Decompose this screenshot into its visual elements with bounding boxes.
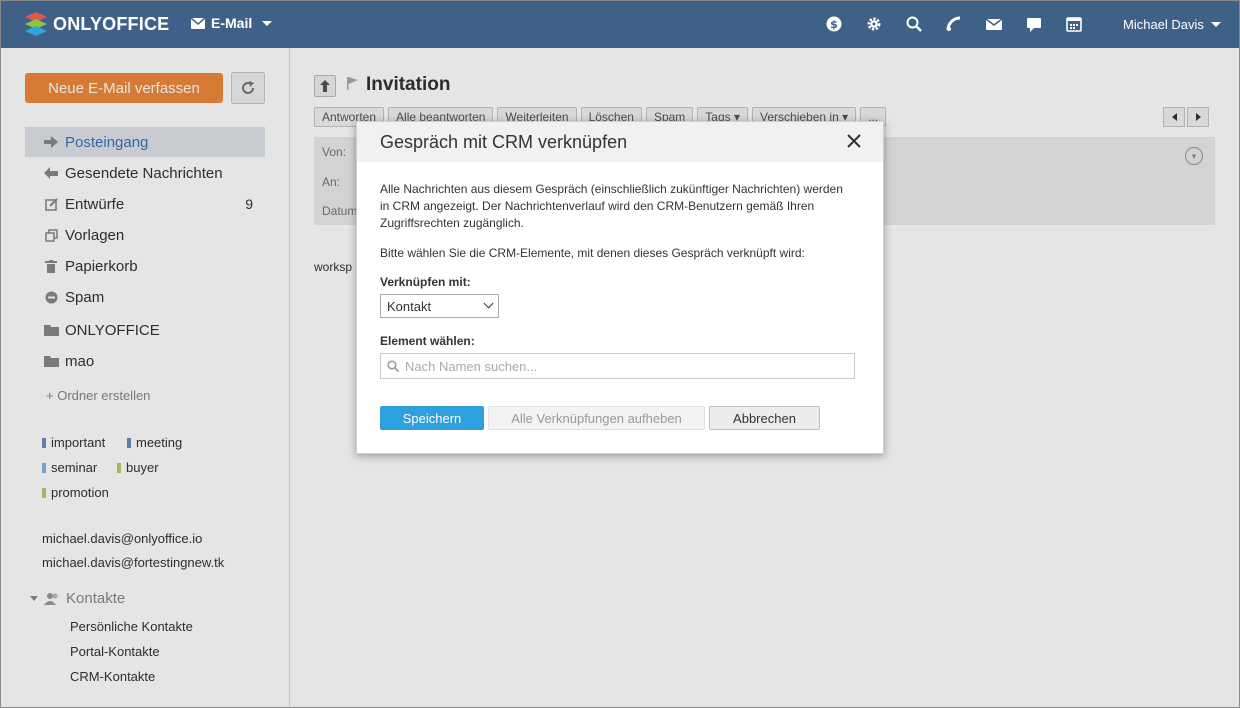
calendar-icon[interactable] <box>1065 15 1083 33</box>
gear-icon[interactable] <box>865 15 883 33</box>
onlyoffice-logo[interactable]: ONLYOFFICE <box>24 11 169 37</box>
mail-icon[interactable] <box>985 15 1003 33</box>
logo-text: ONLYOFFICE <box>53 13 170 34</box>
dialog-header: Gespräch mit CRM verknüpfen <box>357 122 883 162</box>
link-with-label: Verknüpfen mit: <box>380 275 471 289</box>
chevron-down-icon <box>262 20 273 26</box>
search-icon <box>387 360 399 372</box>
user-menu[interactable]: Michael Davis <box>1123 17 1221 32</box>
chevron-down-icon <box>1210 22 1221 27</box>
dialog-description: Alle Nachrichten aus diesem Gespräch (ei… <box>380 182 843 230</box>
svg-text:$: $ <box>830 18 838 31</box>
chat-icon[interactable] <box>1025 15 1043 33</box>
logo-icon <box>25 12 47 36</box>
search-icon[interactable] <box>905 15 923 33</box>
top-navigation-bar: ONLYOFFICE E-Mail $ Michael Davis <box>0 0 1240 48</box>
module-switcher[interactable]: E-Mail <box>191 15 273 31</box>
element-search-input[interactable]: Nach Namen suchen... <box>380 353 855 379</box>
dialog-title: Gespräch mit CRM verknüpfen <box>380 132 628 152</box>
link-with-select[interactable]: Kontakt <box>380 294 499 318</box>
save-button[interactable]: Speichern <box>380 406 484 430</box>
close-icon[interactable] <box>847 132 861 152</box>
search-placeholder: Nach Namen suchen... <box>405 358 538 374</box>
user-name: Michael Davis <box>1123 17 1204 32</box>
cancel-button[interactable]: Abbrechen <box>709 406 820 430</box>
unlink-all-button[interactable]: Alle Verknüpfungen aufheben <box>488 406 705 430</box>
feed-icon[interactable] <box>945 15 963 33</box>
module-label: E-Mail <box>211 15 253 31</box>
link-with-value: Kontakt <box>387 298 432 314</box>
mail-icon <box>191 17 205 29</box>
dollar-icon[interactable]: $ <box>825 15 843 33</box>
link-crm-dialog: Gespräch mit CRM verknüpfen Alle Nachric… <box>356 121 884 454</box>
chevron-down-icon <box>483 298 494 309</box>
dialog-instruction: Bitte wählen Sie die CRM-Elemente, mit d… <box>380 246 805 260</box>
element-label: Element wählen: <box>380 334 475 348</box>
